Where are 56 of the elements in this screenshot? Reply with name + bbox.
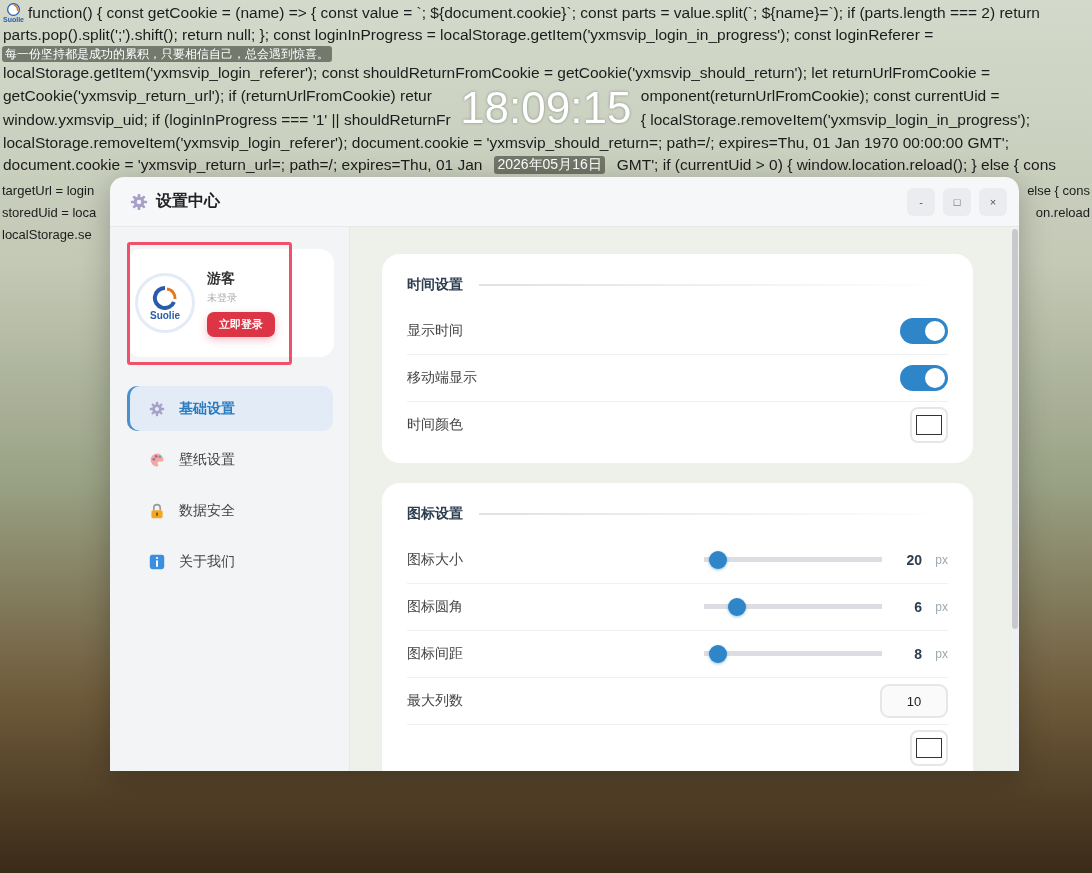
code-text: window.yxmsvip_uid; if (loginInProgress === '1' || shouldReturnFr: [3, 110, 451, 130]
section-title: 时间设置: [407, 276, 463, 294]
login-status: 未登录: [207, 290, 237, 305]
code-text: targetUrl = login: [2, 182, 95, 200]
code-text: document.cookie = 'yxmsvip_return_url=; path=/; expires=Thu, 01 Jan: [3, 155, 483, 175]
unit-label: px: [934, 553, 948, 567]
number-input[interactable]: 10: [880, 684, 948, 718]
quote-text: 每一份坚持都是成功的累积，只要相信自己，总会遇到惊喜。: [2, 46, 332, 62]
lock-icon: [149, 502, 165, 519]
slider-value: 8: [913, 646, 922, 662]
toggle-switch[interactable]: [900, 318, 948, 344]
sidebar-item[interactable]: 关于我们: [127, 539, 333, 584]
sidebar-item[interactable]: 数据安全: [127, 488, 333, 533]
setting-label: 图标间距: [407, 645, 463, 663]
info-icon: [149, 553, 165, 570]
sidebar-item[interactable]: 基础设置: [127, 386, 333, 431]
code-text: localStorage.removeItem('yxmsvip_login_referer'); document.cookie = 'yxmsvip_should_return=; path=/; expires=Thu, 01 Jan 1970 00:00:00 GMT';: [3, 133, 1010, 153]
toggle-switch[interactable]: [900, 365, 948, 391]
setting-label: 显示时间: [407, 322, 463, 340]
sidebar-item[interactable]: 壁纸设置: [127, 437, 333, 482]
clock-time: 18:09:15: [459, 84, 633, 132]
code-text: localStorage.se: [2, 226, 92, 244]
code-text: else { cons: [1027, 182, 1090, 200]
user-name: 游客: [207, 269, 235, 288]
code-text: on.reload: [1035, 204, 1090, 222]
palette-icon: [149, 451, 165, 468]
code-text: getCookie('yxmsvip_return_url'); if (returnUrlFromCookie) retur: [3, 86, 433, 106]
logo-icon: [7, 2, 20, 16]
clock-date: 2026年05月16日: [494, 156, 605, 174]
window-control-button[interactable]: □: [943, 187, 971, 216]
color-picker[interactable]: [910, 407, 948, 443]
setting-label: 图标圆角: [407, 598, 463, 616]
gear-icon: [149, 400, 165, 417]
unit-label: px: [934, 647, 948, 661]
window-title: 设置中心: [156, 191, 220, 211]
code-text: parts.pop().split(';').shift(); return null; }; const loginInProgress = localStorage.getItem('yxmsvip_login_in_progress'); const loginReferer =: [3, 25, 934, 45]
slider-value: 20: [905, 552, 922, 568]
code-text: function() { const getCookie = (name) => { const value = `; ${document.cookie}`; const parts = value.split(`; ${name}=`); if (parts.length === 2) return: [28, 3, 1040, 23]
setting-label: 时间颜色: [407, 416, 463, 434]
gear-icon: [130, 192, 148, 211]
unit-label: px: [934, 600, 948, 614]
color-picker[interactable]: [910, 730, 948, 766]
section-title: 图标设置: [407, 505, 463, 523]
code-text: localStorage.getItem('yxmsvip_login_referer'); const shouldReturnFromCookie = getCookie('yxmsvip_should_return'); let returnUrlFromCookie =: [3, 63, 991, 83]
avatar-logo: Suolie: [135, 273, 195, 333]
setting-label: 图标大小: [407, 551, 463, 569]
code-text: { localStorage.removeItem('yxmsvip_login_in_progress');: [640, 110, 1031, 130]
window-control-button[interactable]: ×: [979, 187, 1007, 216]
code-text: omponent(returnUrlFromCookie); const currentUid =: [640, 86, 1001, 106]
setting-label: 最大列数: [407, 692, 463, 710]
code-text: GMT'; if (currentUid > 0) { window.location.reload(); } else { cons: [616, 155, 1057, 175]
login-button[interactable]: 立即登录: [207, 311, 275, 337]
slider-value: 6: [913, 599, 922, 615]
window-control-button[interactable]: -: [907, 187, 935, 216]
setting-label: 移动端显示: [407, 369, 477, 387]
code-text: storedUid = loca: [2, 204, 97, 222]
